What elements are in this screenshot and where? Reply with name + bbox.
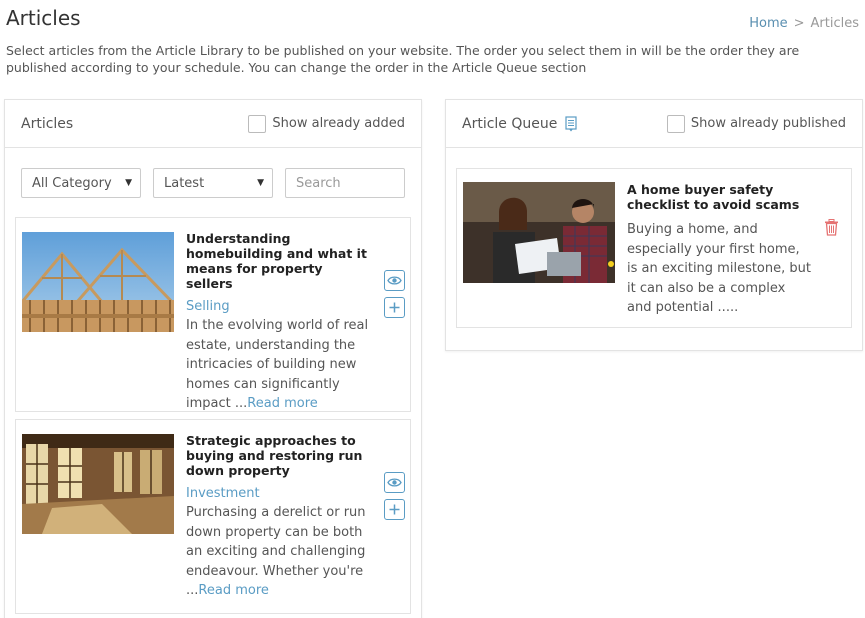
search-input[interactable]: Search	[285, 168, 405, 198]
show-added-toggle[interactable]: Show already added	[248, 114, 405, 133]
article-title[interactable]: Strategic approaches to buying and resto…	[186, 433, 371, 478]
read-more-link[interactable]: Read more	[198, 583, 268, 598]
article-excerpt: Purchasing a derelict or run down proper…	[186, 503, 371, 601]
queue-item: A home buyer safety checklist to avoid s…	[456, 168, 852, 328]
article-actions	[384, 270, 405, 318]
sort-select[interactable]: Latest ▼	[153, 168, 273, 198]
queue-item-body: A home buyer safety checklist to avoid s…	[627, 182, 812, 318]
articles-panel: Articles Show already added All Category…	[4, 99, 422, 618]
article-body: Strategic approaches to buying and resto…	[186, 433, 371, 601]
eye-icon	[387, 276, 402, 285]
category-select-value: All Category	[32, 175, 112, 191]
intro-text: Select articles from the Article Library…	[6, 43, 800, 75]
read-more-link[interactable]: Read more	[247, 396, 317, 411]
plus-icon	[389, 302, 400, 313]
article-actions	[384, 472, 405, 520]
article-category[interactable]: Selling	[186, 299, 371, 314]
show-added-checkbox[interactable]	[248, 114, 267, 133]
chevron-down-icon: ▼	[257, 178, 264, 188]
article-filters: All Category ▼ Latest ▼ Search	[21, 168, 405, 198]
articles-panel-header: Articles Show already added	[5, 100, 421, 148]
article-title[interactable]: Understanding homebuilding and what it m…	[186, 231, 371, 291]
plus-icon	[389, 504, 400, 515]
article-queue-panel: Article Queue Show already published A h…	[445, 99, 863, 351]
article-card: Strategic approaches to buying and resto…	[15, 419, 411, 614]
eye-icon	[387, 478, 402, 487]
category-select[interactable]: All Category ▼	[21, 168, 141, 198]
queue-list-icon[interactable]	[565, 115, 577, 132]
queue-item-title[interactable]: A home buyer safety checklist to avoid s…	[627, 182, 812, 212]
show-published-checkbox[interactable]	[666, 114, 685, 133]
breadcrumb: Home > Articles	[749, 16, 859, 31]
article-queue-title: Article Queue	[462, 115, 558, 132]
preview-button[interactable]	[384, 270, 405, 291]
add-to-queue-button[interactable]	[384, 297, 405, 318]
articles-panel-title: Articles	[21, 115, 74, 132]
chevron-down-icon: ▼	[125, 178, 132, 188]
article-thumbnail-derelict-room	[22, 434, 174, 534]
article-excerpt: In the evolving world of real estate, un…	[186, 316, 371, 414]
search-placeholder: Search	[296, 175, 341, 191]
show-added-label: Show already added	[272, 116, 405, 131]
article-thumbnail-construction	[22, 232, 174, 332]
article-card: Understanding homebuilding and what it m…	[15, 217, 411, 412]
show-published-label: Show already published	[690, 116, 846, 131]
sort-select-value: Latest	[164, 175, 205, 191]
breadcrumb-home-link[interactable]: Home	[749, 16, 787, 31]
page-title: Articles	[6, 6, 81, 30]
breadcrumb-current: Articles	[810, 16, 859, 31]
article-queue-header: Article Queue Show already published	[446, 100, 862, 148]
article-body: Understanding homebuilding and what it m…	[186, 231, 371, 414]
trash-icon	[825, 219, 838, 236]
queue-thumbnail-couple	[463, 182, 615, 283]
add-to-queue-button[interactable]	[384, 499, 405, 520]
breadcrumb-separator: >	[793, 16, 805, 31]
show-published-toggle[interactable]: Show already published	[666, 114, 846, 133]
delete-button[interactable]	[824, 219, 839, 240]
article-category[interactable]: Investment	[186, 486, 371, 501]
queue-item-excerpt: Buying a home, and especially your first…	[627, 222, 811, 315]
article-queue-title-wrap: Article Queue	[462, 116, 577, 132]
preview-button[interactable]	[384, 472, 405, 493]
